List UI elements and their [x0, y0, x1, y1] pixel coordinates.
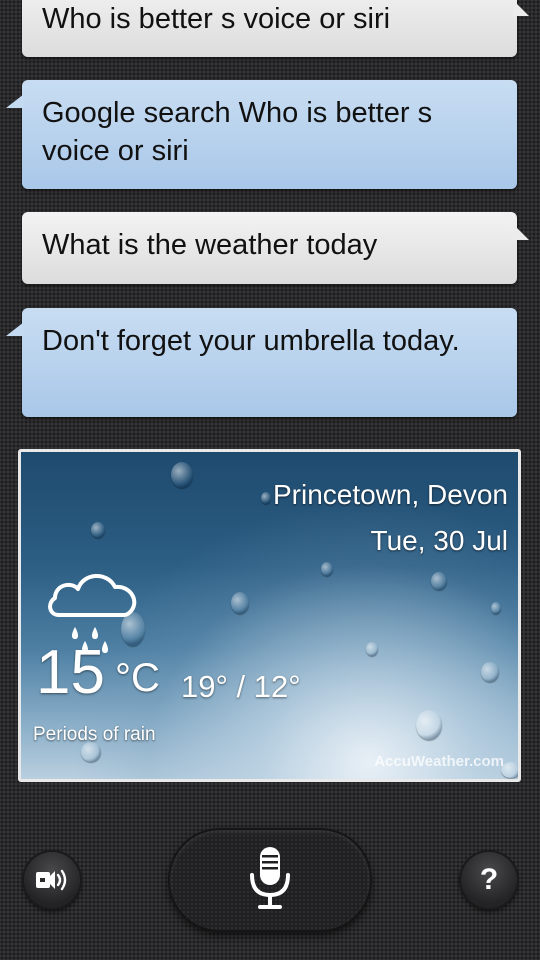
user-message-text: Who is better s voice or siri	[42, 3, 391, 35]
user-message-text: What is the weather today	[42, 229, 378, 261]
raindrop	[366, 642, 378, 656]
bubble-tail	[513, 224, 529, 240]
raindrop	[416, 710, 442, 740]
weather-date: Tue, 30 Jul	[370, 525, 508, 556]
speaker-output-button[interactable]	[24, 852, 80, 908]
weather-high-low: 19° / 12°	[181, 669, 301, 704]
raindrop	[481, 662, 499, 682]
weather-condition: Periods of rain	[33, 724, 156, 745]
microphone-icon	[250, 847, 290, 909]
raindrop	[231, 592, 249, 614]
assistant-message-bubble: Don't forget your umbrella today.	[6, 308, 517, 417]
help-icon: ?	[479, 863, 499, 896]
bubble-tail	[6, 94, 24, 108]
raindrop	[431, 572, 447, 590]
user-message-bubble: Who is better s voice or siri	[22, 0, 529, 57]
bubble-tail	[513, 0, 529, 16]
weather-card[interactable]: Princetown, Devon Tue, 30 Jul 15 °C 19° …	[18, 449, 521, 782]
raindrop	[261, 492, 271, 504]
microphone-button[interactable]	[170, 830, 370, 930]
speaker-output-icon	[36, 869, 67, 891]
bubble-tail	[6, 322, 24, 336]
raindrop	[501, 762, 518, 778]
weather-temperature: 15	[36, 638, 105, 707]
raindrop	[171, 462, 193, 488]
raindrop	[321, 562, 333, 576]
assistant-message-text: Don't forget your umbrella today.	[42, 325, 460, 357]
help-button[interactable]: ?	[461, 852, 517, 908]
weather-location: Princetown, Devon	[272, 479, 508, 510]
raindrop	[91, 522, 105, 538]
weather-unit: °C	[115, 656, 160, 700]
weather-provider-logo: AccuWeather.com	[374, 753, 504, 770]
assistant-message-text: Google search Who is better s voice or s…	[42, 97, 433, 167]
user-message-bubble: What is the weather today	[22, 212, 529, 284]
assistant-message-bubble: Google search Who is better s voice or s…	[6, 80, 517, 189]
raindrop	[491, 602, 501, 614]
